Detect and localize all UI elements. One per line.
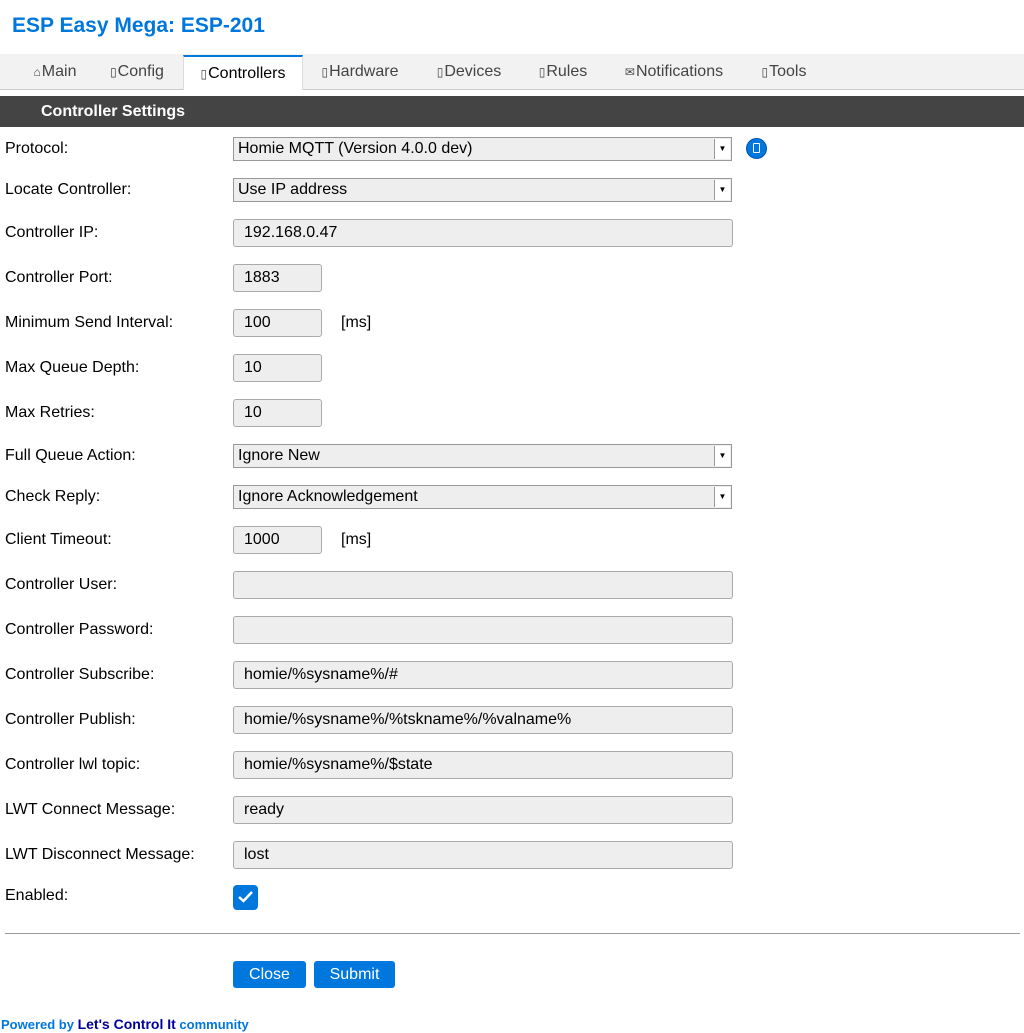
controller-ip-input[interactable]: 192.168.0.47 [233, 219, 733, 247]
check-reply-value: Ignore Acknowledgement [238, 488, 418, 505]
min-send-interval-label: Minimum Send Interval: [5, 314, 174, 331]
dropdown-arrow-icon: ▼ [714, 487, 730, 507]
max-queue-depth-input[interactable]: 10 [233, 354, 322, 382]
envelope-icon: ✉ [624, 65, 635, 79]
tab-devices[interactable]: ▯Devices [424, 54, 514, 90]
controller-port-input[interactable]: 1883 [233, 264, 322, 292]
min-send-interval-unit: [ms] [341, 314, 372, 331]
client-timeout-label: Client Timeout: [5, 531, 112, 548]
locate-controller-value: Use IP address [238, 181, 348, 198]
controllers-icon: ▯ [200, 67, 208, 81]
tab-hardware[interactable]: ▯Hardware [310, 54, 410, 90]
hardware-icon: ▯ [321, 65, 329, 79]
controller-publish-label: Controller Publish: [5, 711, 136, 728]
controller-password-input[interactable] [233, 616, 733, 644]
full-queue-action-select[interactable]: Ignore New ▼ [233, 444, 732, 468]
tab-bar: ⌂Main ▯Config ▯Controllers ▯Hardware ▯De… [0, 54, 1024, 90]
help-icon [753, 143, 760, 153]
max-queue-depth-label: Max Queue Depth: [5, 359, 140, 376]
controller-publish-input[interactable]: homie/%sysname%/%tskname%/%valname% [233, 706, 733, 734]
rules-icon: ▯ [538, 65, 546, 79]
locate-controller-label: Locate Controller: [5, 181, 132, 198]
min-send-interval-input[interactable]: 100 [233, 309, 322, 337]
max-retries-label: Max Retries: [5, 404, 95, 421]
dropdown-arrow-icon: ▼ [714, 139, 730, 159]
full-queue-action-label: Full Queue Action: [5, 447, 136, 464]
max-retries-input[interactable]: 10 [233, 399, 322, 427]
full-queue-action-value: Ignore New [238, 447, 320, 464]
controller-lwl-topic-label: Controller lwl topic: [5, 756, 141, 773]
controller-ip-label: Controller IP: [5, 224, 99, 241]
footer-link[interactable]: Let's Control It [78, 1016, 176, 1032]
config-icon: ▯ [110, 65, 117, 79]
page-title: ESP Easy Mega: ESP-201 [12, 14, 265, 37]
controller-port-label: Controller Port: [5, 269, 113, 286]
tab-rules[interactable]: ▯Rules [527, 54, 599, 90]
footer: Powered by Let's Control It community [1, 1016, 249, 1032]
lwt-connect-message-input[interactable]: ready [233, 796, 733, 824]
controller-user-label: Controller User: [5, 576, 118, 593]
tab-tools[interactable]: ▯Tools [750, 54, 818, 90]
tab-config[interactable]: ▯Config [98, 54, 176, 90]
controller-subscribe-label: Controller Subscribe: [5, 666, 155, 683]
submit-button[interactable]: Submit [314, 961, 395, 988]
tab-notifications[interactable]: ✉Notifications [612, 54, 736, 90]
checkmark-icon [238, 891, 253, 903]
lwt-disconnect-message-label: LWT Disconnect Message: [5, 846, 195, 863]
home-icon: ⌂ [33, 65, 41, 79]
client-timeout-unit: [ms] [341, 531, 372, 548]
enabled-label: Enabled: [5, 887, 69, 904]
tab-bar-divider [0, 89, 1024, 90]
controller-password-label: Controller Password: [5, 621, 154, 638]
controller-subscribe-input[interactable]: homie/%sysname%/# [233, 661, 733, 689]
dropdown-arrow-icon: ▼ [714, 446, 730, 466]
protocol-select[interactable]: Homie MQTT (Version 4.0.0 dev) ▼ [233, 137, 732, 161]
footer-prefix: Powered by [1, 1017, 78, 1032]
dropdown-arrow-icon: ▼ [714, 180, 730, 200]
check-reply-label: Check Reply: [5, 488, 101, 505]
tab-main[interactable]: ⌂Main [20, 54, 90, 90]
controller-user-input[interactable] [233, 571, 733, 599]
lwt-disconnect-message-input[interactable]: lost [233, 841, 733, 869]
help-button[interactable] [746, 138, 767, 159]
controller-lwl-topic-input[interactable]: homie/%sysname%/$state [233, 751, 733, 779]
devices-icon: ▯ [436, 65, 444, 79]
protocol-value: Homie MQTT (Version 4.0.0 dev) [238, 140, 473, 157]
check-reply-select[interactable]: Ignore Acknowledgement ▼ [233, 485, 732, 509]
divider [5, 933, 1020, 934]
close-button[interactable]: Close [233, 961, 306, 988]
footer-suffix: community [175, 1017, 249, 1032]
tools-icon: ▯ [761, 65, 769, 79]
section-header: Controller Settings [0, 96, 1024, 127]
tab-controllers[interactable]: ▯Controllers [183, 55, 303, 90]
lwt-connect-message-label: LWT Connect Message: [5, 801, 176, 818]
protocol-label: Protocol: [5, 140, 69, 157]
client-timeout-input[interactable]: 1000 [233, 526, 322, 554]
locate-controller-select[interactable]: Use IP address ▼ [233, 178, 732, 202]
enabled-checkbox[interactable] [233, 885, 258, 910]
